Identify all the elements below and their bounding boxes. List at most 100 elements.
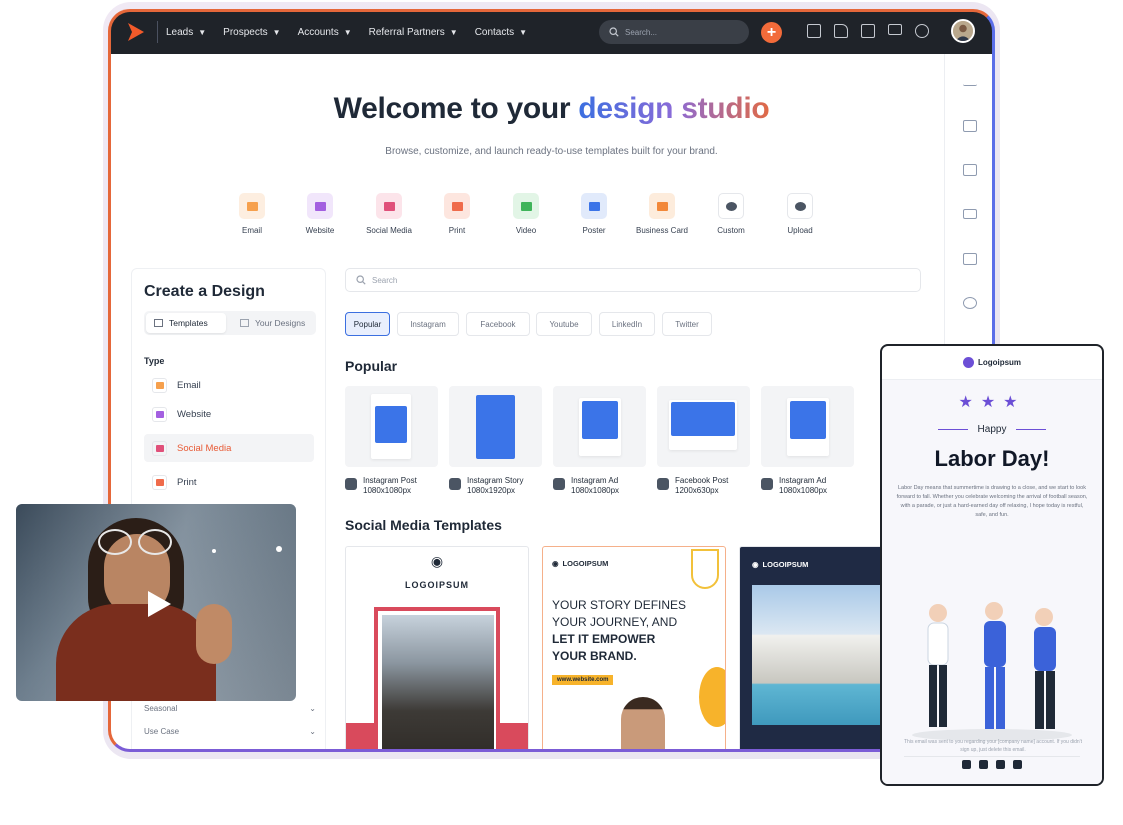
- villa-photo: [752, 585, 888, 725]
- twitter-icon[interactable]: [979, 760, 988, 769]
- nav-accounts[interactable]: Accounts ▼: [298, 27, 352, 38]
- nav-prospects[interactable]: Prospects ▼: [223, 27, 280, 38]
- phone-icon[interactable]: [963, 297, 977, 309]
- search-placeholder: Search...: [625, 27, 658, 37]
- workers-icon: [912, 602, 1072, 741]
- social-media-icon: [152, 440, 167, 456]
- template-instagram-post[interactable]: [345, 386, 438, 467]
- user-avatar[interactable]: [951, 19, 975, 43]
- social-template-card-3[interactable]: ◉ LOGOIPSUM: [739, 546, 889, 751]
- category-icon: [718, 193, 744, 219]
- type-label: Website: [177, 408, 212, 420]
- video-card[interactable]: [16, 504, 296, 701]
- category-label: Print: [448, 226, 466, 235]
- nav-label: Referral Partners: [368, 26, 445, 38]
- category-social-media[interactable]: Social Media: [354, 193, 424, 235]
- waving-hand: [196, 604, 232, 664]
- nav-leads[interactable]: Leads ▼: [166, 27, 206, 38]
- card-url: www.website.com: [552, 675, 614, 685]
- panel-title: Create a Design: [144, 283, 265, 300]
- category-icon: [513, 193, 539, 219]
- template-size: 1080x1080px: [571, 486, 620, 495]
- tab-label: Your Designs: [255, 318, 306, 328]
- type-website[interactable]: Website: [144, 400, 314, 428]
- chat-icon[interactable]: [963, 253, 977, 265]
- social-media-templates-heading: Social Media Templates: [345, 517, 502, 533]
- megaphone-icon[interactable]: [834, 24, 848, 38]
- stars-icon: ★★★: [958, 394, 1026, 411]
- calculator-icon[interactable]: [861, 24, 875, 38]
- chip-facebook[interactable]: Facebook: [466, 312, 530, 336]
- category-email[interactable]: Email: [217, 193, 287, 235]
- social-template-card-2[interactable]: ◉ LOGOIPSUM YOUR STORY DEFINES YOUR JOURN…: [542, 546, 726, 751]
- report-icon[interactable]: [807, 24, 821, 38]
- category-icon: [581, 193, 607, 219]
- global-search-input[interactable]: Search...: [599, 20, 749, 44]
- template-instagram-ad[interactable]: [553, 386, 646, 467]
- gear-icon[interactable]: [915, 24, 929, 38]
- chip-linkedin[interactable]: LinkedIn: [599, 312, 655, 336]
- create-new-button[interactable]: +: [761, 22, 782, 43]
- chevron-down-icon: ▼: [198, 27, 207, 37]
- category-print[interactable]: Print: [422, 193, 492, 235]
- instagram-icon: [449, 478, 461, 490]
- footer-divider: [904, 756, 1080, 757]
- template-instagram-story[interactable]: [449, 386, 542, 467]
- template-search-input[interactable]: Search: [345, 268, 921, 292]
- category-website[interactable]: Website: [285, 193, 355, 235]
- phone-body-text: Labor Day means that summertime is drawi…: [896, 485, 1088, 518]
- filter-seasonal[interactable]: Seasonal ⌄: [144, 704, 316, 713]
- presentation-icon[interactable]: [888, 24, 902, 35]
- category-custom[interactable]: Custom: [696, 193, 766, 235]
- category-upload[interactable]: Upload: [765, 193, 835, 235]
- chevron-down-icon: ▼: [519, 27, 528, 37]
- category-business-card[interactable]: Business Card: [627, 193, 697, 235]
- popular-heading: Popular: [345, 358, 398, 374]
- mail-icon[interactable]: [963, 209, 977, 219]
- facebook-icon: [761, 478, 773, 490]
- social-template-card-1[interactable]: ◉ LOGOIPSUM: [345, 546, 529, 751]
- chip-instagram[interactable]: Instagram: [397, 312, 459, 336]
- template-instagram-ad-2[interactable]: [761, 386, 854, 467]
- template-label: Instagram Story 1080x1920px: [449, 476, 549, 496]
- template-facebook-post[interactable]: [657, 386, 750, 467]
- sparkle-dot: [276, 546, 282, 552]
- filter-use-case[interactable]: Use Case ⌄: [144, 727, 316, 736]
- print-icon: [152, 474, 167, 490]
- calendar-icon[interactable]: [963, 164, 977, 176]
- linkedin-icon[interactable]: [996, 760, 1005, 769]
- app-logo[interactable]: [121, 10, 151, 54]
- instagram-icon[interactable]: [1013, 760, 1022, 769]
- category-label: Upload: [787, 226, 813, 235]
- chip-twitter[interactable]: Twitter: [662, 312, 712, 336]
- tab-templates[interactable]: Templates: [146, 313, 226, 333]
- tab-your-designs[interactable]: Your Designs: [232, 313, 316, 333]
- template-name: Facebook Post: [675, 476, 729, 485]
- filter-label: Seasonal: [144, 704, 178, 713]
- category-poster[interactable]: Poster: [559, 193, 629, 235]
- play-icon[interactable]: [140, 586, 176, 622]
- template-label: Instagram Post 1080x1080px: [345, 476, 445, 496]
- phone-footer-text: This email was sent to you regarding you…: [904, 739, 1082, 753]
- search-icon: [609, 27, 619, 37]
- category-label: Email: [241, 226, 262, 235]
- type-print[interactable]: Print: [144, 468, 314, 496]
- red-block: [500, 723, 528, 751]
- chip-youtube[interactable]: Youtube: [536, 312, 592, 336]
- type-social-media[interactable]: Social Media: [144, 434, 314, 462]
- template-size: 1080x1080px: [779, 486, 828, 495]
- logoipsum-icon: [962, 357, 974, 368]
- social-icons-row: [882, 760, 1102, 769]
- chevron-down-icon: ▼: [343, 27, 352, 37]
- avatar-image: [953, 21, 973, 41]
- type-email[interactable]: Email: [144, 371, 314, 399]
- nav-referral-partners[interactable]: Referral Partners ▼: [369, 27, 458, 38]
- template-name: Instagram Ad: [779, 476, 827, 485]
- chart-icon[interactable]: [963, 74, 977, 86]
- nav-label: Contacts: [474, 26, 515, 38]
- category-label: Custom: [717, 226, 745, 235]
- chip-popular[interactable]: Popular: [345, 312, 390, 336]
- nav-contacts[interactable]: Contacts ▼: [475, 27, 527, 38]
- facebook-icon[interactable]: [962, 760, 971, 769]
- category-video[interactable]: Video: [491, 193, 561, 235]
